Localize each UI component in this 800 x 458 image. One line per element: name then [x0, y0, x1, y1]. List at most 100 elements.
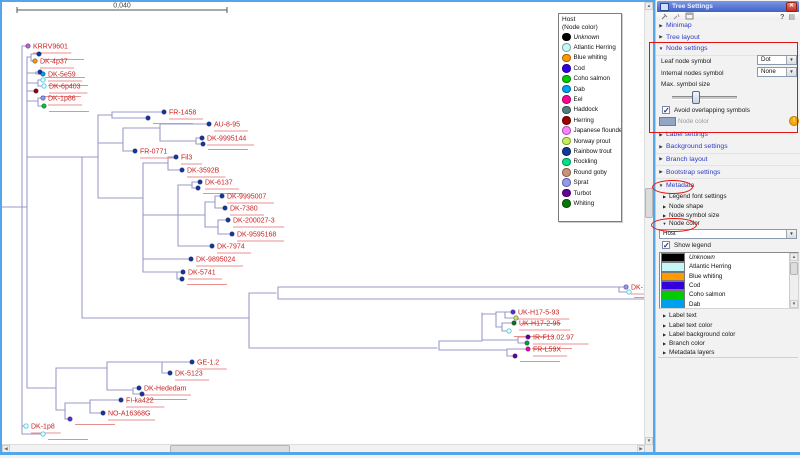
tree-node[interactable]: [196, 186, 200, 190]
tip-label[interactable]: Fil3: [181, 155, 192, 162]
tree-node[interactable]: [210, 244, 214, 248]
tree-node[interactable]: [42, 84, 46, 88]
tip-label[interactable]: AU-8-95: [214, 122, 240, 129]
vertical-scroll-thumb[interactable]: [645, 188, 653, 218]
tree-node[interactable]: [226, 218, 230, 222]
tree-node[interactable]: [33, 59, 37, 63]
tree-node[interactable]: [174, 155, 178, 159]
tip-label[interactable]: FR-0771: [140, 149, 167, 156]
tree-node[interactable]: [198, 180, 202, 184]
tip-label[interactable]: DK-1p86: [48, 96, 76, 103]
settings-titlebar[interactable]: Tree Settings ✕: [657, 1, 799, 12]
tip-label[interactable]: DK-1p8: [31, 424, 55, 431]
tree-node[interactable]: [37, 52, 41, 56]
tree-node[interactable]: [230, 232, 234, 236]
tip-label[interactable]: FI-ka422: [126, 398, 154, 405]
tree-node[interactable]: [525, 341, 529, 345]
section-background-settings[interactable]: ▶ Background settings: [656, 141, 800, 154]
color-list-item[interactable]: Coho salmon: [660, 290, 798, 299]
tip-label[interactable]: DK-5123: [175, 371, 203, 378]
tip-label[interactable]: DK-4p37: [40, 59, 68, 66]
tip-label[interactable]: FR-L59X: [533, 347, 561, 354]
tip-label[interactable]: DK-3592B: [187, 168, 220, 175]
tip-label[interactable]: FR-1458: [169, 110, 196, 117]
color-list-item[interactable]: Cod: [660, 281, 798, 290]
tree-node[interactable]: [627, 290, 631, 294]
tip-label[interactable]: DK-200027-3: [233, 218, 275, 225]
metadata-sub-item[interactable]: ▶Legend font settings: [660, 192, 800, 202]
tip-label[interactable]: DK-6137: [205, 180, 233, 187]
metadata-color-list[interactable]: UnknownAtlantic HerringBlue whitingCodCo…: [659, 252, 799, 309]
tree-node[interactable]: [168, 371, 172, 375]
tree-node[interactable]: [41, 78, 45, 82]
tree-node[interactable]: [511, 310, 515, 314]
tip-label[interactable]: IR-F13.02.97: [533, 335, 574, 342]
color-list-item[interactable]: Atlantic Herring: [660, 262, 798, 271]
tree-node[interactable]: [180, 168, 184, 172]
color-list-item[interactable]: Dab: [660, 299, 798, 308]
metadata-sub-item[interactable]: ▶Branch color: [660, 339, 800, 349]
tip-label[interactable]: DK-9595168: [237, 232, 276, 239]
list-scrollbar[interactable]: ▲ ▼: [789, 253, 798, 308]
tip-label[interactable]: GE-1.2: [197, 360, 219, 367]
scroll-up-icon[interactable]: ▲: [790, 253, 798, 261]
metadata-sub-item[interactable]: ▶Label text: [660, 311, 800, 321]
tip-label[interactable]: DK-1: [631, 285, 645, 292]
tip-label[interactable]: DK-6p403: [49, 84, 81, 91]
color-list-item[interactable]: Blue whiting: [660, 272, 798, 281]
show-legend-checkbox[interactable]: ✓: [662, 241, 670, 249]
tip-label[interactable]: UK-H17-2-95: [519, 321, 560, 328]
phylo-tree-canvas[interactable]: 0,040KRRV9601DK-4p37DK-5e59DK-6p403DK-1p…: [2, 2, 645, 444]
close-icon[interactable]: ✕: [786, 2, 797, 12]
tip-label[interactable]: DK-Hededam: [144, 386, 187, 393]
tree-node[interactable]: [190, 360, 194, 364]
tip-label[interactable]: DK-9995007: [227, 194, 266, 201]
tip-label[interactable]: DK-5e59: [48, 72, 76, 79]
metadata-sub-item[interactable]: ▶Label background color: [660, 330, 800, 340]
tree-node[interactable]: [41, 96, 45, 100]
tree-node[interactable]: [514, 316, 518, 320]
tip-label[interactable]: KRRV9601: [33, 44, 68, 51]
tree-node[interactable]: [513, 354, 517, 358]
tree-node[interactable]: [140, 392, 144, 396]
tree-node[interactable]: [200, 136, 204, 140]
tree-node[interactable]: [207, 122, 211, 126]
tree-node[interactable]: [223, 206, 227, 210]
tip-label[interactable]: DK-7974: [217, 244, 245, 251]
tree-node[interactable]: [507, 329, 511, 333]
tree-node[interactable]: [24, 424, 28, 428]
tree-node[interactable]: [220, 194, 224, 198]
tree-node[interactable]: [26, 44, 30, 48]
tree-node[interactable]: [68, 417, 72, 421]
tree-node[interactable]: [162, 110, 166, 114]
tree-node[interactable]: [42, 104, 46, 108]
tree-node[interactable]: [146, 116, 150, 120]
tree-node[interactable]: [119, 398, 123, 402]
tip-label[interactable]: DK-9895024: [196, 257, 235, 264]
metadata-sub-item[interactable]: ▶Node shape: [660, 201, 800, 211]
tree-node[interactable]: [189, 257, 193, 261]
section-bootstrap-settings[interactable]: ▶ Bootstrap settings: [656, 167, 800, 180]
color-list-item[interactable]: Unknown: [660, 253, 798, 262]
tip-label[interactable]: NO-A16368G: [108, 411, 150, 418]
scroll-down-icon[interactable]: ▼: [645, 437, 653, 445]
tree-node[interactable]: [624, 285, 628, 289]
list-scroll-thumb[interactable]: [790, 262, 798, 275]
metadata-sub-item[interactable]: ▶Label text color: [660, 320, 800, 330]
tip-label[interactable]: UK-H17-5-93: [518, 310, 559, 317]
tip-label[interactable]: DK-9995144: [207, 136, 246, 143]
tree-node[interactable]: [41, 72, 45, 76]
tree-node[interactable]: [181, 270, 185, 274]
scroll-up-icon[interactable]: ▲: [645, 2, 653, 10]
scroll-down-icon[interactable]: ▼: [790, 300, 798, 308]
chevron-down-icon[interactable]: ▼: [786, 230, 796, 238]
tree-node[interactable]: [201, 142, 205, 146]
tip-label[interactable]: DK-5741: [188, 270, 216, 277]
tree-node[interactable]: [101, 411, 105, 415]
tree-node[interactable]: [34, 89, 38, 93]
section-branch-layout[interactable]: ▶ Branch layout: [656, 154, 800, 167]
tree-node[interactable]: [133, 149, 137, 153]
tree-node[interactable]: [180, 277, 184, 281]
tree-node[interactable]: [526, 335, 530, 339]
tree-node[interactable]: [512, 321, 516, 325]
